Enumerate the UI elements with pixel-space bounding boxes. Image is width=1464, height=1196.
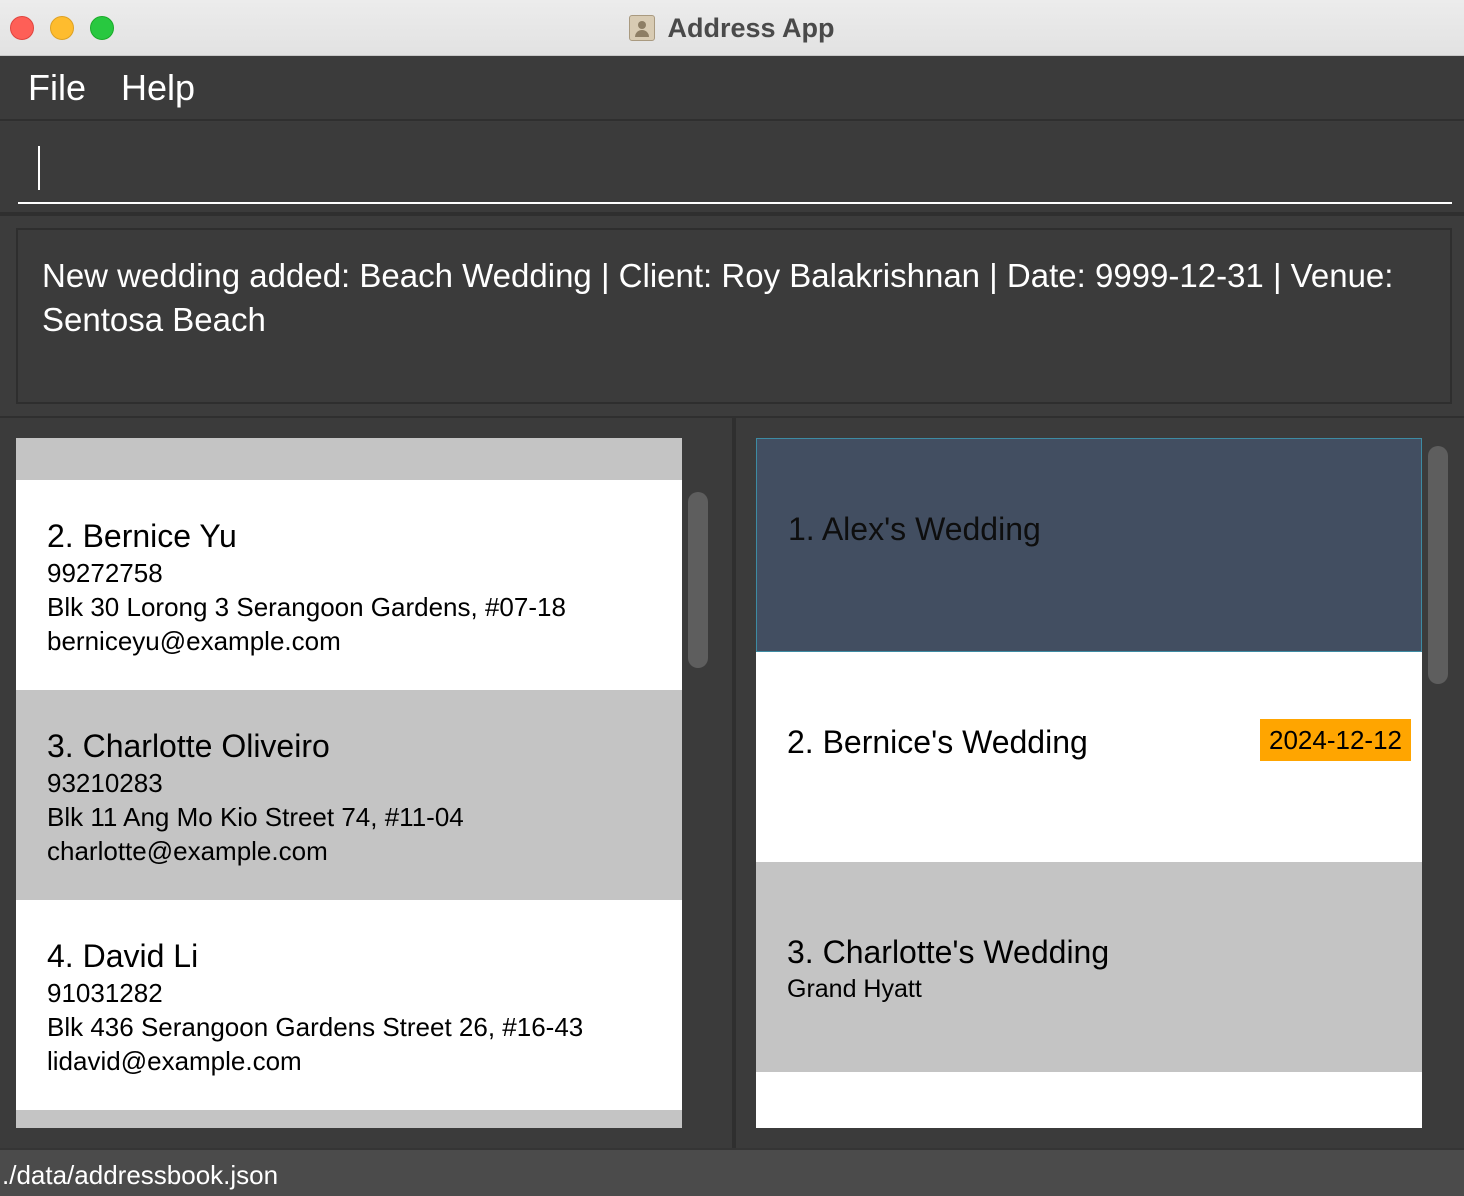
result-message: New wedding added: Beach Wedding | Clien… [42, 257, 1394, 338]
menu-file[interactable]: File [28, 67, 86, 109]
person-email: lidavid@example.com [47, 1046, 302, 1076]
address-book-icon [629, 15, 656, 41]
wedding-card[interactable]: 2. Bernice's Wedding 2024-12-12 [756, 652, 1422, 862]
person-address: Blk 436 Serangoon Gardens Street 26, #16… [47, 1012, 584, 1042]
person-card[interactable]: 3. Charlotte Oliveiro 93210283 Blk 11 An… [16, 690, 682, 900]
person-email: charlotte@example.com [47, 836, 328, 866]
person-address: Blk 11 Ang Mo Kio Street 74, #11-04 [47, 802, 464, 832]
person-name: 2. Bernice Yu [47, 518, 237, 554]
menu-bar: File Help [0, 57, 1464, 121]
person-phone: 91031282 [47, 978, 163, 1008]
person-card[interactable]: 4. David Li 91031282 Blk 436 Serangoon G… [16, 900, 682, 1110]
wedding-card-selected[interactable]: 1. Alex's Wedding [756, 438, 1422, 652]
person-card-partial[interactable] [16, 438, 682, 480]
person-card[interactable]: 2. Bernice Yu 99272758 Blk 30 Lorong 3 S… [16, 480, 682, 690]
result-display: New wedding added: Beach Wedding | Clien… [16, 228, 1452, 404]
wedding-name: 1. Alex's Wedding [788, 511, 1041, 547]
wedding-date-badge: 2024-12-12 [1260, 719, 1411, 761]
command-box [0, 122, 1464, 216]
wedding-venue: Grand Hyatt [787, 975, 922, 1003]
menu-help[interactable]: Help [121, 67, 195, 109]
data-file-path: ./data/addressbook.json [2, 1160, 279, 1190]
text-caret [38, 146, 40, 190]
command-input[interactable] [18, 122, 1452, 204]
person-name: 3. Charlotte Oliveiro [47, 728, 330, 764]
wedding-card-partial[interactable] [756, 1072, 1422, 1128]
wedding-list-scrollbar[interactable] [1428, 446, 1448, 684]
panel-divider[interactable] [732, 418, 736, 1148]
wedding-list[interactable]: 1. Alex's Wedding 2. Bernice's Wedding 2… [756, 438, 1422, 1128]
wedding-card[interactable]: 3. Charlotte's Wedding Grand Hyatt [756, 862, 1422, 1072]
title-bar: Address App [0, 0, 1464, 56]
person-list[interactable]: 2. Bernice Yu 99272758 Blk 30 Lorong 3 S… [16, 438, 682, 1128]
wedding-name: 3. Charlotte's Wedding [787, 934, 1110, 970]
person-list-scrollbar[interactable] [688, 492, 708, 668]
person-name: 4. David Li [47, 938, 199, 974]
status-bar: ./data/addressbook.json [0, 1148, 1464, 1196]
window-title: Address App [667, 12, 835, 43]
person-card-partial[interactable] [16, 1110, 682, 1128]
title-wrap: Address App [0, 0, 1464, 56]
person-email: berniceyu@example.com [47, 626, 341, 656]
person-phone: 99272758 [47, 558, 163, 588]
person-phone: 93210283 [47, 768, 163, 798]
person-address: Blk 30 Lorong 3 Serangoon Gardens, #07-1… [47, 592, 566, 622]
